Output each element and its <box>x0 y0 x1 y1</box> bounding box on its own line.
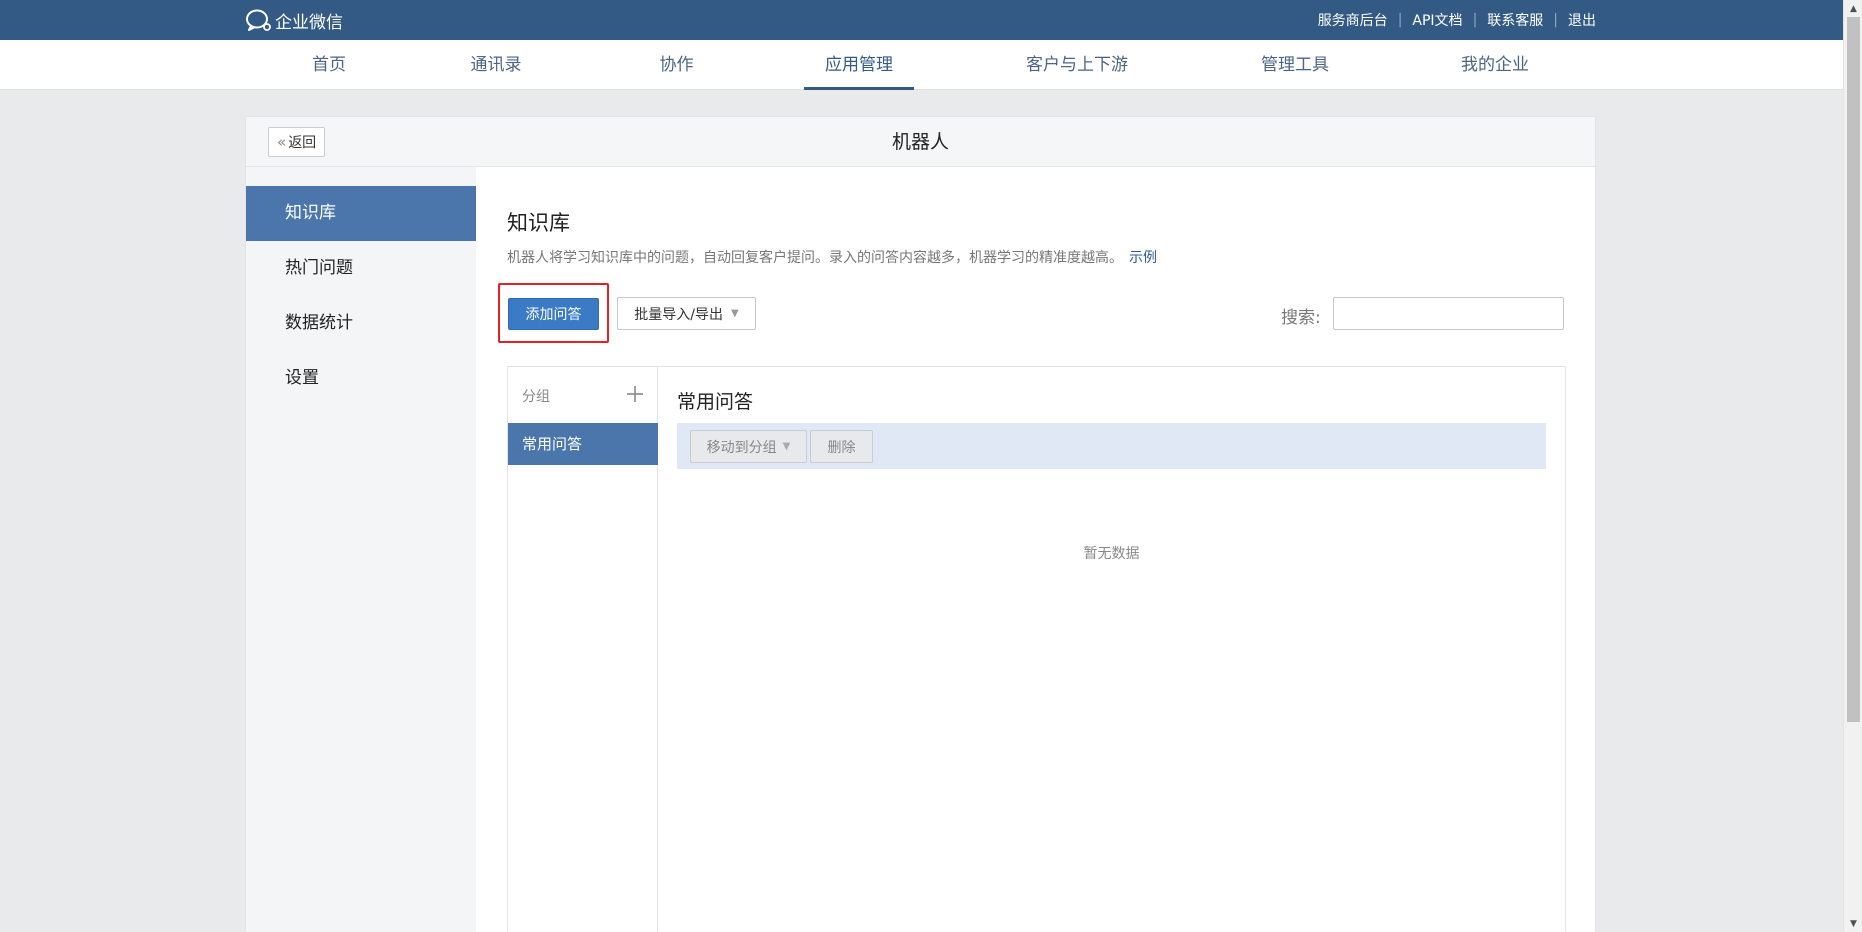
add-qa-button[interactable]: 添加问答 <box>508 298 599 330</box>
section-title: 知识库 <box>507 211 570 235</box>
logo-text: 企业微信 <box>275 12 343 33</box>
plus-icon[interactable] <box>626 385 644 403</box>
link-contact-support[interactable]: 联系客服 <box>1487 10 1543 30</box>
logo[interactable]: 企业微信 <box>245 8 343 33</box>
card-header: « 返回 机器人 <box>246 117 1595 167</box>
nav-contacts[interactable]: 通讯录 <box>465 40 527 90</box>
side-item-hot-questions[interactable]: 热门问题 <box>246 241 476 296</box>
side-item-settings[interactable]: 设置 <box>246 351 476 406</box>
link-api-docs[interactable]: API文档 <box>1412 10 1462 30</box>
highlight-box: 添加问答 <box>498 283 609 343</box>
link-separator: | <box>1472 12 1478 28</box>
nav-home[interactable]: 首页 <box>298 40 360 90</box>
nav-admin-tools[interactable]: 管理工具 <box>1250 40 1340 90</box>
description-text: 机器人将学习知识库中的问题，自动回复客户提问。录入的问答内容越多，机器学习的精准… <box>507 250 1123 266</box>
link-service-provider[interactable]: 服务商后台 <box>1318 10 1388 30</box>
group-header-label: 分组 <box>522 389 550 405</box>
move-to-group-button[interactable]: 移动到分组 ▼ <box>690 430 807 463</box>
side-item-statistics[interactable]: 数据统计 <box>246 296 476 351</box>
qa-toolbar: 移动到分组 ▼ 删除 <box>677 423 1546 469</box>
page-title: 机器人 <box>891 131 949 153</box>
link-separator: | <box>1553 12 1558 28</box>
group-header: 分组 <box>508 367 658 423</box>
robot-card: « 返回 机器人 知识库 热门问题 数据统计 设置 知识库 机器人将学习知识库中… <box>245 116 1596 932</box>
caret-down-icon: ▼ <box>782 441 791 452</box>
group-column: 分组 常用问答 <box>508 367 658 932</box>
move-button-label: 移动到分组 <box>706 439 777 456</box>
page-scrollbar[interactable]: ▲ ▼ <box>1843 0 1862 932</box>
wework-chat-icon <box>246 9 271 31</box>
scroll-up-arrow-icon[interactable]: ▲ <box>1844 0 1862 17</box>
search-input[interactable] <box>1333 297 1564 330</box>
side-menu: 知识库 热门问题 数据统计 设置 <box>246 167 476 932</box>
delete-button[interactable]: 删除 <box>810 430 873 463</box>
nav-customers[interactable]: 客户与上下游 <box>1017 40 1137 90</box>
top-links: 服务商后台 | API文档 | 联系客服 | 退出 <box>1318 0 1596 40</box>
nav-collaboration[interactable]: 协作 <box>648 40 705 90</box>
link-logout[interactable]: 退出 <box>1568 10 1596 30</box>
group-item-common-qa[interactable]: 常用问答 <box>508 423 658 465</box>
batch-button-label: 批量导入/导出 <box>634 306 723 323</box>
search-label: 搜索: <box>1281 308 1321 328</box>
qa-list-column: 常用问答 移动到分组 ▼ 删除 暂无数据 <box>658 367 1565 932</box>
example-link[interactable]: 示例 <box>1129 250 1157 266</box>
batch-import-export-button[interactable]: 批量导入/导出 ▼ <box>617 297 756 330</box>
section-description: 机器人将学习知识库中的问题，自动回复客户提问。录入的问答内容越多，机器学习的精准… <box>507 247 1157 267</box>
side-item-knowledge-base[interactable]: 知识库 <box>246 186 476 241</box>
caret-down-icon: ▼ <box>731 308 739 319</box>
top-bar: 企业微信 服务商后台 | API文档 | 联系客服 | 退出 <box>0 0 1843 40</box>
nav-my-company[interactable]: 我的企业 <box>1450 40 1540 90</box>
qa-panel: 分组 常用问答 常用问答 移动到分组 ▼ 删除 暂无数据 <box>507 366 1566 932</box>
scroll-down-arrow-icon[interactable]: ▼ <box>1844 915 1862 932</box>
scroll-thumb[interactable] <box>1847 17 1860 722</box>
link-separator: | <box>1397 12 1403 28</box>
main-nav: 首页 通讯录 协作 应用管理 客户与上下游 管理工具 我的企业 <box>0 40 1843 90</box>
nav-app-management[interactable]: 应用管理 <box>804 40 914 90</box>
main-content: 知识库 机器人将学习知识库中的问题，自动回复客户提问。录入的问答内容越多，机器学… <box>476 167 1595 932</box>
qa-list-title: 常用问答 <box>677 391 754 413</box>
empty-state-text: 暂无数据 <box>1083 546 1140 562</box>
